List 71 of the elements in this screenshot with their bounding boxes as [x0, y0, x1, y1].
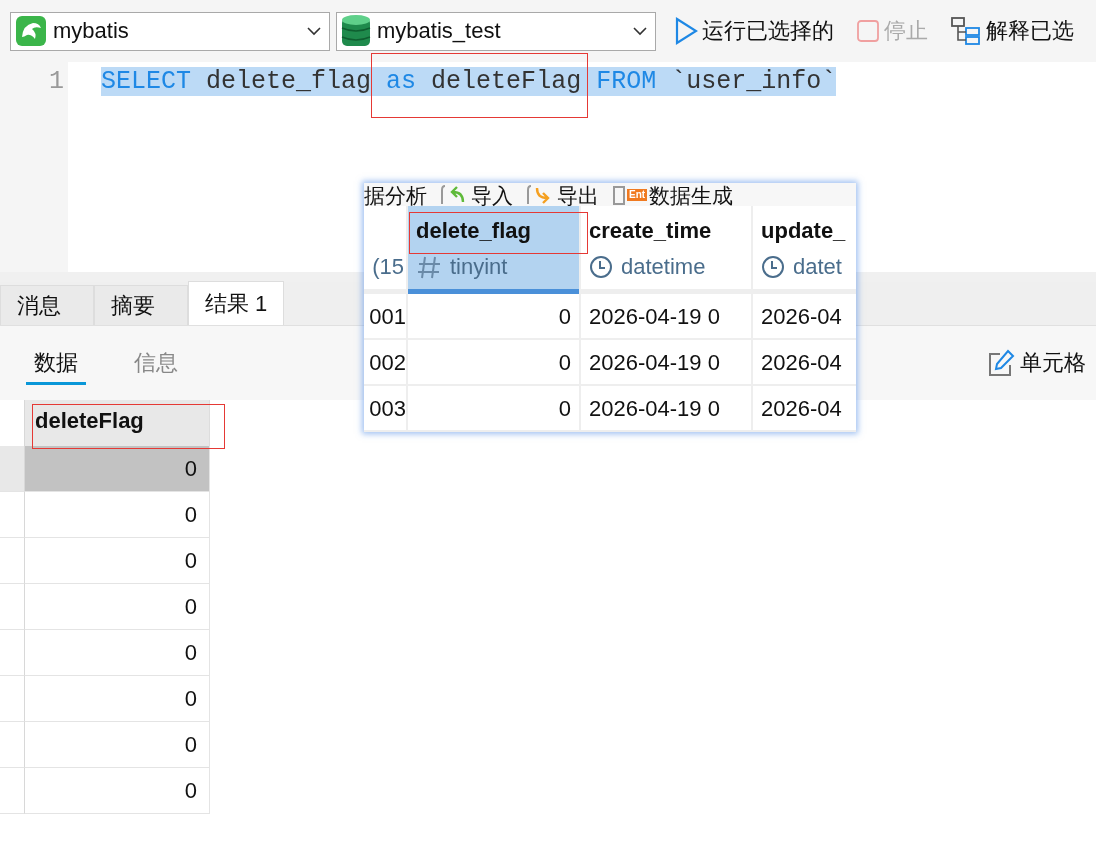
table-cell: 2026-04: [761, 396, 842, 421]
sql-identifier: deleteFlag: [431, 67, 582, 96]
table-cell: 0: [25, 492, 210, 538]
table-cell: 003: [369, 396, 406, 421]
table-cell: 002: [369, 350, 406, 375]
table-cell: 2026-04-19 0: [589, 304, 720, 329]
column-type: tinyint: [450, 254, 508, 280]
table-cell: 0: [25, 722, 210, 768]
result-tab[interactable]: 结果 1: [188, 281, 285, 325]
column-name: update_: [761, 218, 847, 244]
explain-button[interactable]: 解释已选: [946, 16, 1078, 46]
connection-select[interactable]: mybatis: [10, 11, 330, 51]
sql-keyword: SELECT: [101, 67, 191, 96]
toolbar-label: 数据生成: [649, 184, 734, 206]
column-type: (15: [372, 254, 404, 280]
result-tab[interactable]: 摘要: [94, 285, 188, 325]
chevron-down-icon: [633, 26, 647, 36]
table-cell: 0: [25, 446, 210, 492]
row-header[interactable]: [0, 538, 25, 584]
row-header[interactable]: [0, 676, 25, 722]
toolbar-label: 导出: [557, 184, 599, 206]
table-cell: 2026-04-19 0: [589, 350, 720, 375]
table-cell: 0: [558, 350, 571, 375]
table-cell: 0: [558, 304, 571, 329]
row-header[interactable]: [0, 446, 25, 492]
edit-icon: [986, 348, 1016, 378]
diagram-icon: [950, 16, 982, 46]
database-select[interactable]: mybatis_test: [336, 11, 656, 51]
table-cell: 0: [25, 676, 210, 722]
clock-icon: [761, 255, 785, 279]
splitter-bar[interactable]: [0, 272, 364, 282]
toolbar-label: 据分析: [364, 185, 427, 206]
table-cell: 2026-04-19 0: [589, 396, 720, 421]
table-cell: 2026-04: [761, 304, 842, 329]
toolbar-label: 导入: [471, 184, 513, 206]
result-tab[interactable]: 消息: [0, 285, 94, 325]
row-header[interactable]: [0, 722, 25, 768]
table-cell: 0: [558, 396, 571, 421]
column-name: delete_flag: [416, 218, 532, 244]
column-name: create_time: [589, 218, 713, 244]
sql-identifier: delete_flag: [206, 67, 372, 96]
row-header[interactable]: [0, 584, 25, 630]
play-icon: [674, 17, 698, 45]
view-tab[interactable]: 数据: [26, 341, 86, 385]
table-cell: 0: [25, 768, 210, 814]
table-cell: 0: [25, 630, 210, 676]
hash-icon: [416, 254, 442, 280]
sql-identifier: `user_info`: [671, 67, 837, 96]
column-header[interactable]: deleteFlag: [25, 400, 210, 446]
cell-edit-button[interactable]: 单元格: [980, 347, 1092, 379]
line-number: 1: [49, 67, 64, 96]
dolphin-icon: [15, 15, 47, 47]
database-icon: [341, 14, 371, 48]
table-icon: [613, 184, 625, 206]
run-button[interactable]: 运行已选择的: [670, 16, 838, 46]
table-cell: 0: [25, 584, 210, 630]
chevron-down-icon: [307, 26, 321, 36]
table-cell: 0: [25, 538, 210, 584]
row-header[interactable]: [0, 492, 25, 538]
ent-badge: Ent: [627, 189, 648, 201]
row-header[interactable]: [0, 768, 25, 814]
table-cell: 2026-04: [761, 350, 842, 375]
row-header[interactable]: [0, 630, 25, 676]
table-cell: 001: [369, 304, 406, 329]
sql-keyword: as: [386, 67, 417, 96]
column-type: datetime: [621, 254, 706, 280]
sql-keyword: FROM: [596, 67, 657, 96]
stop-icon: [856, 19, 880, 43]
column-type: datet: [793, 254, 842, 280]
splitter-bar[interactable]: [856, 272, 1096, 282]
clock-icon: [589, 255, 613, 279]
